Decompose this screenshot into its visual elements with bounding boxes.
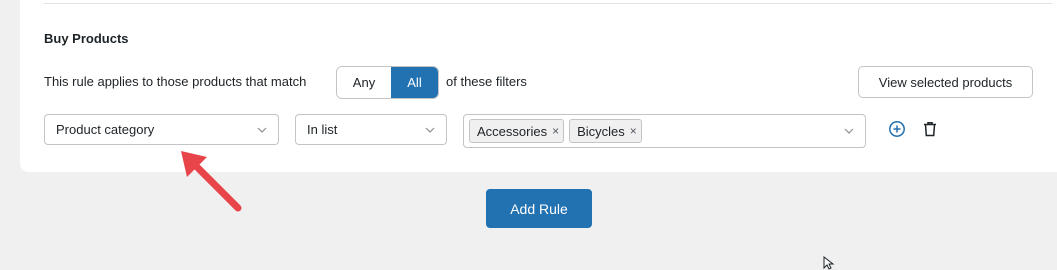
chevron-down-icon [844,128,854,134]
filter-values-select[interactable]: Accessories × Bicycles × [463,114,866,148]
filter-field-value: Product category [56,122,155,137]
mouse-pointer-icon [823,256,835,270]
match-any-button[interactable]: Any [337,67,391,98]
match-all-button[interactable]: All [391,67,438,98]
section-title: Buy Products [44,31,129,46]
view-selected-products-button[interactable]: View selected products [858,66,1033,98]
filter-operator-select[interactable]: In list [295,114,447,145]
match-toggle: Any All [336,66,439,99]
trash-icon[interactable] [921,120,939,138]
value-tag-label: Accessories [477,123,548,139]
value-tag: Accessories × [469,119,565,143]
value-tag-label: Bicycles [577,123,625,139]
chevron-down-icon [257,127,267,133]
red-arrow-icon [181,151,242,212]
chevron-down-icon [425,127,435,133]
filters-suffix: of these filters [446,74,527,89]
filter-operator-value: In list [307,122,338,137]
divider [44,3,1052,4]
plus-circle-icon[interactable] [888,120,906,138]
remove-tag-icon[interactable]: × [630,124,637,138]
filter-field-select[interactable]: Product category [44,114,279,145]
remove-tag-icon[interactable]: × [552,124,559,138]
add-rule-button[interactable]: Add Rule [486,189,592,228]
value-tag: Bicycles × [569,119,642,143]
match-description: This rule applies to those products that… [44,74,307,89]
